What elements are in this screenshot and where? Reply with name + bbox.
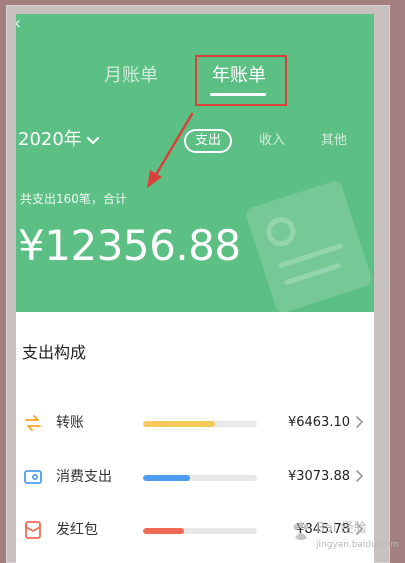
baidu-paw-icon	[293, 522, 309, 540]
breakdown-label: 转账	[56, 415, 84, 431]
breakdown-bar-fill	[143, 528, 185, 534]
baidu-jingyan-watermark: Bai 经验 jingyan.baidu.com	[290, 515, 399, 555]
breakdown-title: 支出构成	[22, 343, 87, 362]
bill-illustration-icon	[246, 181, 372, 313]
breakdown-amount: ¥3073.88	[287, 469, 350, 484]
breakdown-amount: ¥6463.10	[287, 415, 350, 430]
breakdown-row-consumption[interactable]: 消费支出 ¥3073.88	[16, 461, 374, 493]
chevron-right-icon	[356, 470, 363, 482]
breakdown-bar-fill	[143, 475, 190, 481]
transfer-icon	[25, 415, 41, 431]
chevron-down-icon	[86, 136, 99, 145]
back-icon[interactable]: ‹	[16, 15, 21, 33]
year-label: 2020年	[18, 129, 82, 150]
breakdown-bar	[143, 475, 257, 481]
red-packet-icon	[25, 521, 41, 539]
breakdown-label: 发红包	[56, 522, 98, 538]
breakdown-row-transfer[interactable]: 转账 ¥6463.10	[16, 407, 374, 439]
bill-header: ‹ 月账单 年账单 2020年 支出 收入 其他 共支出160笔，合计 ¥123…	[16, 14, 374, 313]
watermark-url: jingyan.baidu.com	[316, 540, 400, 550]
annotation-box	[195, 55, 287, 106]
filter-other[interactable]: 其他	[321, 132, 347, 150]
breakdown-bar-fill	[143, 421, 215, 427]
chevron-right-icon	[356, 416, 363, 428]
tab-monthly-bill[interactable]: 月账单	[104, 64, 158, 88]
wallet-icon	[24, 470, 42, 484]
app-screen: ‹ 月账单 年账单 2020年 支出 收入 其他 共支出160笔，合计 ¥123…	[16, 14, 374, 563]
filter-income[interactable]: 收入	[259, 132, 285, 150]
breakdown-bar	[143, 528, 257, 534]
breakdown-label: 消费支出	[56, 469, 112, 485]
filter-expense[interactable]: 支出	[184, 129, 232, 153]
watermark-text: Bai 经验	[316, 521, 367, 536]
expense-summary: 共支出160笔，合计	[20, 192, 127, 206]
expense-total: ¥12356.88	[18, 221, 241, 270]
breakdown-bar	[143, 421, 257, 427]
year-selector[interactable]: 2020年	[18, 127, 100, 153]
